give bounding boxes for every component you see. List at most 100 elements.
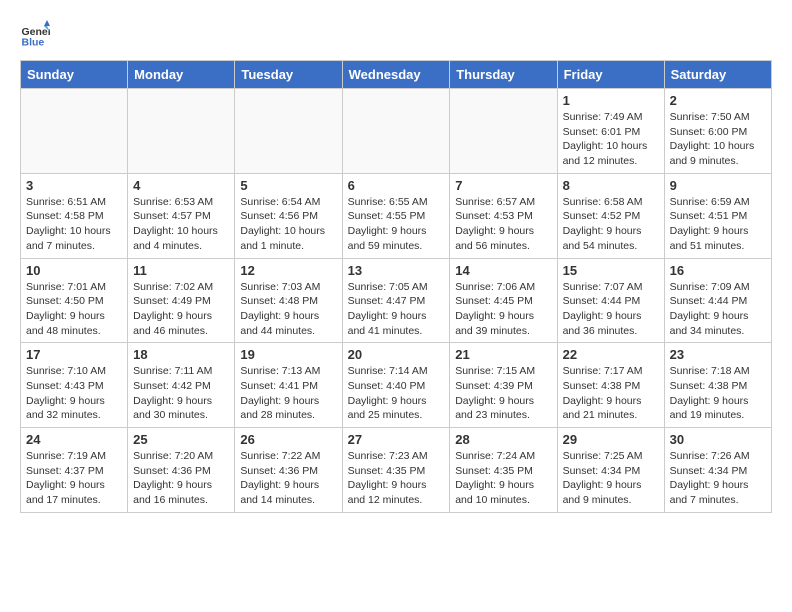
day-info: Sunrise: 6:53 AM Sunset: 4:57 PM Dayligh… — [133, 195, 229, 254]
day-number: 29 — [563, 432, 659, 447]
day-info: Sunrise: 6:51 AM Sunset: 4:58 PM Dayligh… — [26, 195, 122, 254]
day-number: 7 — [455, 178, 551, 193]
calendar-day-10: 10 Sunrise: 7:01 AM Sunset: 4:50 PM Dayli… — [21, 258, 128, 343]
day-info: Sunrise: 7:14 AM Sunset: 4:40 PM Dayligh… — [348, 364, 445, 423]
calendar-day-16: 16 Sunrise: 7:09 AM Sunset: 4:44 PM Dayli… — [664, 258, 771, 343]
calendar-day-25: 25 Sunrise: 7:20 AM Sunset: 4:36 PM Dayli… — [128, 428, 235, 513]
calendar-week-row: 24 Sunrise: 7:19 AM Sunset: 4:37 PM Dayli… — [21, 428, 772, 513]
calendar-day-22: 22Sunrise: 7:17 AM Sunset: 4:38 PM Dayli… — [557, 343, 664, 428]
day-number: 14 — [455, 263, 551, 278]
day-info: Sunrise: 7:05 AM Sunset: 4:47 PM Dayligh… — [348, 280, 445, 339]
day-info: Sunrise: 7:09 AM Sunset: 4:44 PM Dayligh… — [670, 280, 766, 339]
day-info: Sunrise: 6:57 AM Sunset: 4:53 PM Dayligh… — [455, 195, 551, 254]
calendar-day-9: 9 Sunrise: 6:59 AM Sunset: 4:51 PM Daylig… — [664, 173, 771, 258]
day-number: 12 — [240, 263, 336, 278]
calendar-day-11: 11 Sunrise: 7:02 AM Sunset: 4:49 PM Dayli… — [128, 258, 235, 343]
day-number: 17 — [26, 347, 122, 362]
calendar-day-2: 2 Sunrise: 7:50 AM Sunset: 6:00 PM Daylig… — [664, 89, 771, 174]
day-number: 23 — [670, 347, 766, 362]
calendar-day-6: 6 Sunrise: 6:55 AM Sunset: 4:55 PM Daylig… — [342, 173, 450, 258]
day-number: 8 — [563, 178, 659, 193]
day-info: Sunrise: 7:24 AM Sunset: 4:35 PM Dayligh… — [455, 449, 551, 508]
calendar-day-empty — [450, 89, 557, 174]
weekday-header-tuesday: Tuesday — [235, 61, 342, 89]
day-number: 1 — [563, 93, 659, 108]
day-number: 16 — [670, 263, 766, 278]
weekday-header-thursday: Thursday — [450, 61, 557, 89]
calendar-day-3: 3 Sunrise: 6:51 AM Sunset: 4:58 PM Daylig… — [21, 173, 128, 258]
day-info: Sunrise: 6:55 AM Sunset: 4:55 PM Dayligh… — [348, 195, 445, 254]
calendar-day-empty — [128, 89, 235, 174]
page-header: General Blue — [20, 20, 772, 50]
calendar-day-24: 24 Sunrise: 7:19 AM Sunset: 4:37 PM Dayli… — [21, 428, 128, 513]
calendar-day-23: 23 Sunrise: 7:18 AM Sunset: 4:38 PM Dayli… — [664, 343, 771, 428]
calendar-day-empty — [342, 89, 450, 174]
weekday-header-row: SundayMondayTuesdayWednesdayThursdayFrid… — [21, 61, 772, 89]
day-info: Sunrise: 7:25 AM Sunset: 4:34 PM Dayligh… — [563, 449, 659, 508]
calendar-table: SundayMondayTuesdayWednesdayThursdayFrid… — [20, 60, 772, 513]
day-number: 2 — [670, 93, 766, 108]
day-info: Sunrise: 6:58 AM Sunset: 4:52 PM Dayligh… — [563, 195, 659, 254]
day-number: 30 — [670, 432, 766, 447]
calendar-day-30: 30 Sunrise: 7:26 AM Sunset: 4:34 PM Dayli… — [664, 428, 771, 513]
day-info: Sunrise: 7:15 AM Sunset: 4:39 PM Dayligh… — [455, 364, 551, 423]
day-number: 25 — [133, 432, 229, 447]
calendar-week-row: 3 Sunrise: 6:51 AM Sunset: 4:58 PM Daylig… — [21, 173, 772, 258]
day-info: Sunrise: 6:54 AM Sunset: 4:56 PM Dayligh… — [240, 195, 336, 254]
calendar-week-row: 1 Sunrise: 7:49 AM Sunset: 6:01 PM Daylig… — [21, 89, 772, 174]
weekday-header-saturday: Saturday — [664, 61, 771, 89]
day-number: 26 — [240, 432, 336, 447]
calendar-day-15: 15 Sunrise: 7:07 AM Sunset: 4:44 PM Dayli… — [557, 258, 664, 343]
day-info: Sunrise: 7:19 AM Sunset: 4:37 PM Dayligh… — [26, 449, 122, 508]
calendar-day-12: 12 Sunrise: 7:03 AM Sunset: 4:48 PM Dayli… — [235, 258, 342, 343]
day-info: Sunrise: 7:02 AM Sunset: 4:49 PM Dayligh… — [133, 280, 229, 339]
weekday-header-monday: Monday — [128, 61, 235, 89]
calendar-day-7: 7 Sunrise: 6:57 AM Sunset: 4:53 PM Daylig… — [450, 173, 557, 258]
calendar-day-20: 20 Sunrise: 7:14 AM Sunset: 4:40 PM Dayli… — [342, 343, 450, 428]
day-info: Sunrise: 7:20 AM Sunset: 4:36 PM Dayligh… — [133, 449, 229, 508]
day-number: 22 — [563, 347, 659, 362]
day-info: Sunrise: 7:50 AM Sunset: 6:00 PM Dayligh… — [670, 110, 766, 169]
day-number: 20 — [348, 347, 445, 362]
calendar-week-row: 17 Sunrise: 7:10 AM Sunset: 4:43 PM Dayli… — [21, 343, 772, 428]
calendar-day-5: 5 Sunrise: 6:54 AM Sunset: 4:56 PM Daylig… — [235, 173, 342, 258]
logo-icon: General Blue — [20, 20, 50, 50]
calendar-day-19: 19Sunrise: 7:13 AM Sunset: 4:41 PM Dayli… — [235, 343, 342, 428]
day-number: 15 — [563, 263, 659, 278]
day-number: 13 — [348, 263, 445, 278]
day-number: 11 — [133, 263, 229, 278]
day-info: Sunrise: 6:59 AM Sunset: 4:51 PM Dayligh… — [670, 195, 766, 254]
calendar-day-27: 27Sunrise: 7:23 AM Sunset: 4:35 PM Dayli… — [342, 428, 450, 513]
day-number: 18 — [133, 347, 229, 362]
calendar-day-empty — [21, 89, 128, 174]
calendar-day-28: 28Sunrise: 7:24 AM Sunset: 4:35 PM Dayli… — [450, 428, 557, 513]
day-info: Sunrise: 7:23 AM Sunset: 4:35 PM Dayligh… — [348, 449, 445, 508]
day-info: Sunrise: 7:11 AM Sunset: 4:42 PM Dayligh… — [133, 364, 229, 423]
day-info: Sunrise: 7:49 AM Sunset: 6:01 PM Dayligh… — [563, 110, 659, 169]
day-number: 21 — [455, 347, 551, 362]
day-number: 10 — [26, 263, 122, 278]
calendar-day-26: 26 Sunrise: 7:22 AM Sunset: 4:36 PM Dayli… — [235, 428, 342, 513]
calendar-day-4: 4Sunrise: 6:53 AM Sunset: 4:57 PM Daylig… — [128, 173, 235, 258]
day-info: Sunrise: 7:26 AM Sunset: 4:34 PM Dayligh… — [670, 449, 766, 508]
day-info: Sunrise: 7:07 AM Sunset: 4:44 PM Dayligh… — [563, 280, 659, 339]
calendar-day-empty — [235, 89, 342, 174]
day-info: Sunrise: 7:01 AM Sunset: 4:50 PM Dayligh… — [26, 280, 122, 339]
day-info: Sunrise: 7:22 AM Sunset: 4:36 PM Dayligh… — [240, 449, 336, 508]
day-info: Sunrise: 7:18 AM Sunset: 4:38 PM Dayligh… — [670, 364, 766, 423]
day-number: 19 — [240, 347, 336, 362]
day-number: 9 — [670, 178, 766, 193]
weekday-header-sunday: Sunday — [21, 61, 128, 89]
calendar-day-1: 1 Sunrise: 7:49 AM Sunset: 6:01 PM Daylig… — [557, 89, 664, 174]
calendar-day-13: 13 Sunrise: 7:05 AM Sunset: 4:47 PM Dayli… — [342, 258, 450, 343]
weekday-header-wednesday: Wednesday — [342, 61, 450, 89]
weekday-header-friday: Friday — [557, 61, 664, 89]
day-info: Sunrise: 7:10 AM Sunset: 4:43 PM Dayligh… — [26, 364, 122, 423]
calendar-day-14: 14Sunrise: 7:06 AM Sunset: 4:45 PM Dayli… — [450, 258, 557, 343]
day-number: 6 — [348, 178, 445, 193]
calendar-day-21: 21 Sunrise: 7:15 AM Sunset: 4:39 PM Dayli… — [450, 343, 557, 428]
day-number: 5 — [240, 178, 336, 193]
day-number: 3 — [26, 178, 122, 193]
day-number: 24 — [26, 432, 122, 447]
day-info: Sunrise: 7:03 AM Sunset: 4:48 PM Dayligh… — [240, 280, 336, 339]
